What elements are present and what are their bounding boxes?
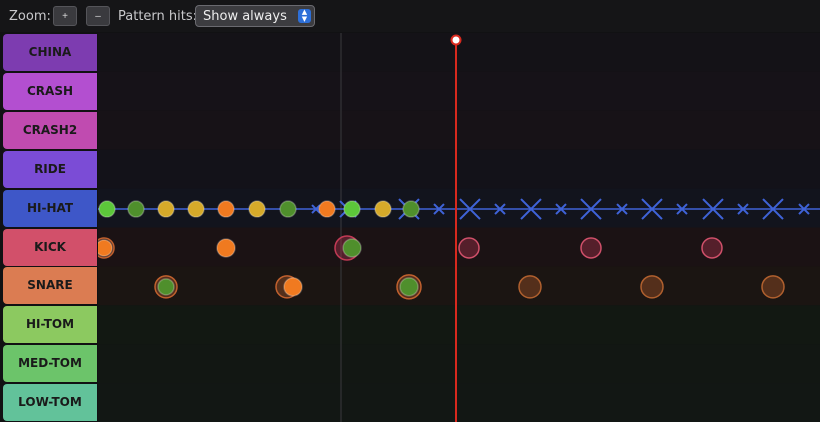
kick-hit <box>342 238 362 258</box>
hi-hat-hit <box>402 200 420 218</box>
timeline-grid[interactable] <box>98 33 820 422</box>
pattern-hits-select[interactable]: Show always ▲ ▼ <box>195 5 315 27</box>
hi-hat-hit <box>374 200 392 218</box>
pattern-hits-label: Pattern hits: <box>118 9 198 24</box>
hi-hat-hit <box>217 200 235 218</box>
lane-label-crash[interactable]: CRASH <box>3 72 97 110</box>
hi-hat-hit <box>343 200 361 218</box>
hi-hat-hit <box>279 200 297 218</box>
pattern-note <box>458 237 480 259</box>
pattern-note <box>518 275 542 299</box>
lane-row <box>98 305 820 345</box>
hi-hat-hit <box>98 200 116 218</box>
hi-hat-hit <box>127 200 145 218</box>
hi-hat-hit <box>248 200 266 218</box>
snare-hit <box>399 277 419 297</box>
zoom-label: Zoom: <box>9 9 51 24</box>
lane-row <box>98 344 820 384</box>
kick-hit <box>98 239 113 257</box>
snare-hit <box>157 278 175 296</box>
pattern-note <box>640 275 664 299</box>
lane-label-kick[interactable]: KICK <box>3 228 97 266</box>
lane-row <box>98 266 820 306</box>
lane-label-low-tom[interactable]: LOW-TOM <box>3 384 97 422</box>
playhead-handle[interactable] <box>450 34 462 46</box>
lane-row <box>98 383 820 422</box>
lane-label-crash2[interactable]: CRASH2 <box>3 111 97 149</box>
kick-hit <box>216 238 236 258</box>
hi-hat-hit <box>187 200 205 218</box>
pattern-hits-value: Show always <box>203 9 287 24</box>
timeline-canvas[interactable] <box>98 33 820 422</box>
toolbar: Zoom: + – Pattern hits: Show always ▲ ▼ <box>0 0 820 32</box>
lane-label-snare[interactable]: SNARE <box>3 267 97 305</box>
lane-row <box>98 71 820 111</box>
lane-label-china[interactable]: CHINA <box>3 34 97 71</box>
zoom-in-button[interactable]: + <box>53 6 77 26</box>
lane-row <box>98 149 820 189</box>
hi-hat-hit <box>318 200 336 218</box>
zoom-out-button[interactable]: – <box>86 6 110 26</box>
snare-hit <box>283 277 303 297</box>
lane-row <box>98 110 820 150</box>
lane-label-hi-hat[interactable]: HI-HAT <box>3 189 97 227</box>
lane-label-med-tom[interactable]: MED-TOM <box>3 345 97 383</box>
lane-label-ride[interactable]: RIDE <box>3 150 97 188</box>
select-arrows-icon: ▲ ▼ <box>298 9 311 23</box>
pattern-note <box>580 237 602 259</box>
hi-hat-hit <box>157 200 175 218</box>
pattern-note <box>701 237 723 259</box>
lane-label-hi-tom[interactable]: HI-TOM <box>3 306 97 344</box>
pattern-note <box>761 275 785 299</box>
